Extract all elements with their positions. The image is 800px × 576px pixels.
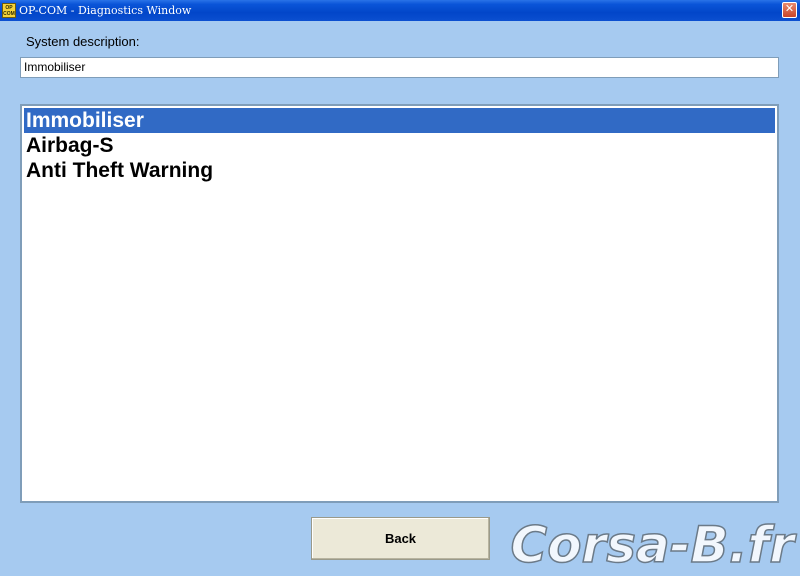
system-listbox[interactable]: Immobiliser Airbag-S Anti Theft Warning xyxy=(20,104,779,503)
app-icon: OP COM xyxy=(2,3,16,18)
system-description-field[interactable]: Immobiliser xyxy=(20,57,779,78)
list-item-airbag-s[interactable]: Airbag-S xyxy=(24,133,775,158)
close-button[interactable]: ✕ xyxy=(782,2,797,18)
list-item-immobiliser[interactable]: Immobiliser xyxy=(24,108,775,133)
list-item-anti-theft-warning[interactable]: Anti Theft Warning xyxy=(24,158,775,183)
back-button[interactable]: Back xyxy=(311,517,490,560)
title-bar[interactable]: OP COM OP-COM - Diagnostics Window ✕ xyxy=(0,0,800,21)
window-title: OP-COM - Diagnostics Window xyxy=(19,4,192,17)
watermark-logo: Corsa-B.fr xyxy=(510,515,795,575)
system-description-label: System description: xyxy=(26,34,140,49)
